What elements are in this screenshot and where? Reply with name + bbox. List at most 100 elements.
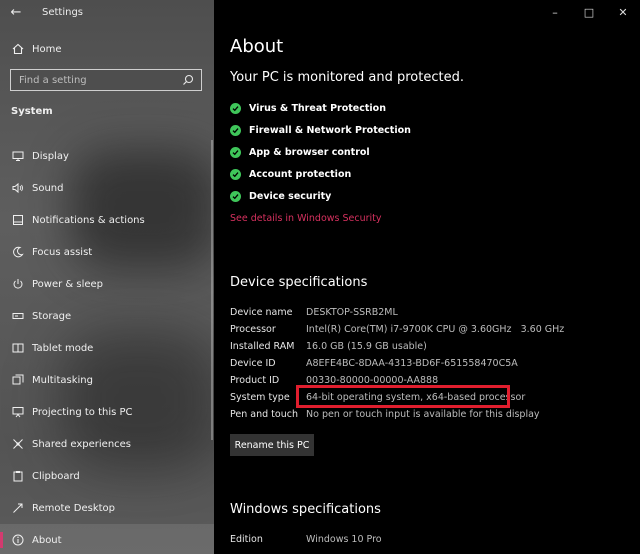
protection-label: Virus & Threat Protection [249,102,386,114]
windows-security-link[interactable]: See details in Windows Security [230,213,382,224]
sidebar-item-label: Projecting to this PC [32,406,133,418]
protection-label: Firewall & Network Protection [249,124,411,136]
spec-key: Product ID [230,375,280,386]
sidebar-item-sound[interactable]: Sound [0,172,214,204]
spec-key: Pen and touch [230,409,298,420]
sidebar-scrollbar[interactable] [211,140,213,440]
maximize-button[interactable]: □ [572,0,606,24]
sidebar-item-clipboard[interactable]: Clipboard [0,460,214,492]
main-pane: – □ ✕ About Your PC is monitored and pro… [214,0,640,554]
sound-icon [11,181,25,195]
sidebar-item-storage[interactable]: Storage [0,300,214,332]
spec-value: No pen or touch input is available for t… [306,409,540,420]
remote-desktop-icon [11,501,25,515]
close-icon: ✕ [618,5,628,19]
spec-row: Device name DESKTOP-SSRB2ML [230,304,564,321]
spec-key: System type [230,392,290,403]
sidebar-item-label: Display [32,150,69,162]
sidebar-item-display[interactable]: Display [0,140,214,172]
sidebar-item-label: Sound [32,182,64,194]
page-title: About [230,36,284,57]
spec-key: Device ID [230,358,276,369]
protection-item: Virus & Threat Protection [230,97,411,119]
spec-key: Device name [230,307,293,318]
protection-label: Account protection [249,168,352,180]
storage-icon [11,309,25,323]
section-label-system: System [11,106,53,117]
multitasking-icon [11,373,25,387]
sidebar-item-label: Power & sleep [32,278,104,290]
checkmark-icon [230,102,241,114]
sidebar-item-remote-desktop[interactable]: Remote Desktop [0,492,214,524]
sidebar-item-label: Storage [32,310,72,322]
checkmark-icon [230,190,241,202]
protection-item: Account protection [230,163,411,185]
nav-home-label: Home [32,43,62,55]
title-bar: ← Settings [0,0,214,24]
spec-key: Processor [230,324,276,335]
sidebar-item-label: Shared experiences [32,438,132,450]
tablet-mode-icon [11,341,25,355]
info-icon [11,533,25,547]
sidebar-item-about[interactable]: About [0,524,214,554]
sidebar: ← Settings Home Find a setting System Di… [0,0,214,554]
sidebar-item-power-sleep[interactable]: Power & sleep [0,268,214,300]
projecting-icon [11,405,25,419]
search-input[interactable]: Find a setting [10,69,202,91]
close-button[interactable]: ✕ [606,0,640,24]
sidebar-item-label: Focus assist [32,246,93,258]
spec-row: Pen and touch No pen or touch input is a… [230,406,564,423]
home-icon [11,42,25,56]
protection-item: Firewall & Network Protection [230,119,411,141]
sidebar-item-focus-assist[interactable]: Focus assist [0,236,214,268]
sidebar-item-label: Clipboard [32,470,80,482]
windows-specs-heading: Windows specifications [230,502,381,517]
spec-row: Edition Windows 10 Pro [230,531,382,548]
protection-label: Device security [249,190,332,202]
maximize-icon: □ [583,5,595,19]
nav-home[interactable]: Home [0,38,214,60]
back-arrow-icon: ← [10,4,22,20]
app-title: Settings [42,6,84,18]
protection-item: Device security [230,185,411,207]
search-icon[interactable] [181,73,195,87]
spec-key: Edition [230,534,263,545]
spec-row: Device ID A8EFE4BC-8DAA-4313-BD6F-651558… [230,355,564,372]
protection-list: Virus & Threat Protection Firewall & Net… [230,97,411,207]
minimize-button[interactable]: – [538,0,572,24]
spec-value: Windows 10 Pro [306,534,382,545]
display-icon [11,149,25,163]
sidebar-item-label: Remote Desktop [32,502,116,514]
protection-item: App & browser control [230,141,411,163]
search-placeholder: Find a setting [19,74,87,86]
sidebar-item-tablet-mode[interactable]: Tablet mode [0,332,214,364]
back-button[interactable]: ← [4,0,28,24]
spec-value: DESKTOP-SSRB2ML [306,307,398,318]
spec-row: Installed RAM 16.0 GB (15.9 GB usable) [230,338,564,355]
protection-heading: Your PC is monitored and protected. [230,70,464,85]
spec-key: Installed RAM [230,341,295,352]
sidebar-item-label: Notifications & actions [32,214,145,226]
sidebar-item-multitasking[interactable]: Multitasking [0,364,214,396]
shared-experiences-icon [11,437,25,451]
spec-value: A8EFE4BC-8DAA-4313-BD6F-651558470C5A [306,358,518,369]
spec-value: 16.0 GB (15.9 GB usable) [306,341,427,352]
sidebar-item-shared-experiences[interactable]: Shared experiences [0,428,214,460]
sidebar-item-projecting[interactable]: Projecting to this PC [0,396,214,428]
sidebar-item-label: Tablet mode [32,342,94,354]
spec-row: Processor Intel(R) Core(TM) i7-9700K CPU… [230,321,564,338]
sidebar-item-notifications[interactable]: Notifications & actions [0,204,214,236]
notifications-icon [11,213,25,227]
checkmark-icon [230,146,241,158]
minimize-icon: – [552,5,558,19]
checkmark-icon [230,124,241,136]
rename-pc-button[interactable]: Rename this PC [230,434,314,456]
power-icon [11,277,25,291]
protection-label: App & browser control [249,146,370,158]
sidebar-item-label: Multitasking [32,374,93,386]
focus-assist-icon [11,245,25,259]
window-controls: – □ ✕ [538,0,640,24]
checkmark-icon [230,168,241,180]
highlight-annotation-box [296,385,510,408]
sidebar-item-label: About [32,534,62,546]
